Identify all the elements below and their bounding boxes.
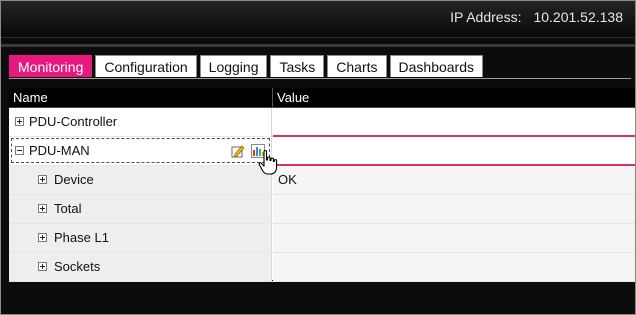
value-cell [273,137,635,165]
tree-row-sockets[interactable]: Sockets [9,253,635,282]
value-cell: OK [273,166,635,194]
value-cell [273,253,635,281]
tab-underline [9,78,631,79]
app-window: IP Address: 10.201.52.138 Monitoring Conf… [0,0,636,315]
value-cell [273,224,635,252]
tree-grid: Name Value PDU-Controller PDU-MAN Device… [9,88,635,282]
tree-row-pdu-man[interactable]: PDU-MAN [9,137,635,166]
tab-configuration[interactable]: Configuration [95,55,197,77]
value-cell [273,108,635,136]
tree-row-pdu-controller[interactable]: PDU-Controller [9,108,635,137]
row-label: Sockets [54,259,101,274]
divider [1,37,635,38]
name-cell: Device [9,166,272,194]
hand-cursor-icon [258,149,278,175]
grid-header: Name Value [9,88,635,108]
name-cell: PDU-MAN [9,137,272,165]
ip-address: IP Address: 10.201.52.138 [450,9,623,25]
ip-address-value: 10.201.52.138 [533,9,623,25]
tab-charts[interactable]: Charts [327,55,387,77]
expand-plus-icon[interactable] [38,175,47,184]
top-bar: IP Address: 10.201.52.138 [1,1,635,35]
column-divider[interactable] [272,88,273,107]
tab-dashboards[interactable]: Dashboards [389,55,484,77]
column-header-name[interactable]: Name [13,88,48,107]
row-label: Total [54,201,82,216]
name-cell: Total [9,195,272,223]
tab-logging[interactable]: Logging [199,55,268,77]
name-cell: Sockets [9,253,272,281]
ip-address-label: IP Address: [450,9,522,25]
tree-row-phase-l1[interactable]: Phase L1 [9,224,635,253]
row-label: PDU-MAN [29,143,90,158]
expand-plus-icon[interactable] [38,262,47,271]
tab-tasks[interactable]: Tasks [270,55,325,77]
row-label: Phase L1 [54,230,109,245]
divider [1,44,635,47]
expand-plus-icon[interactable] [38,204,47,213]
edit-icon[interactable] [231,144,245,158]
column-header-value[interactable]: Value [277,88,309,107]
expand-plus-icon[interactable] [38,233,47,242]
collapse-minus-icon[interactable] [15,146,24,155]
row-label: Device [54,172,94,187]
tab-bar: Monitoring Configuration Logging Tasks C… [9,55,484,78]
expand-plus-icon[interactable] [15,117,24,126]
row-label: PDU-Controller [29,114,118,129]
tree-row-total[interactable]: Total [9,195,635,224]
value-cell [273,195,635,223]
name-cell: PDU-Controller [9,108,272,136]
name-cell: Phase L1 [9,224,272,252]
tree-row-device[interactable]: Device OK [9,166,635,195]
tab-monitoring[interactable]: Monitoring [9,55,93,77]
